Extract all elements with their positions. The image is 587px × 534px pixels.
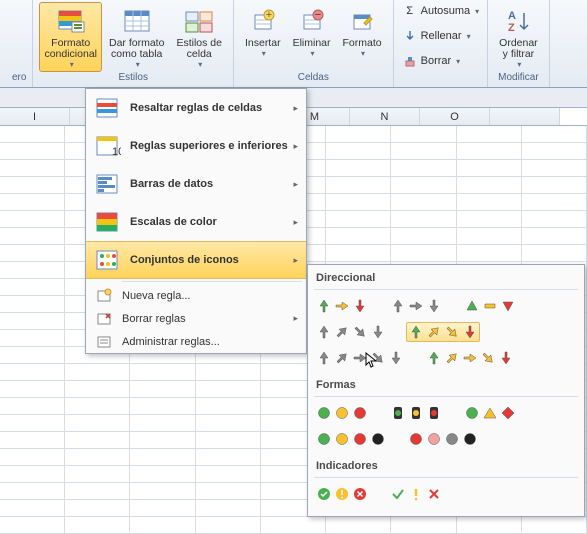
col-header[interactable]: O bbox=[420, 108, 490, 125]
col-header[interactable] bbox=[490, 108, 560, 125]
borrar-button[interactable]: Borrar bbox=[400, 52, 463, 70]
modificar-group-label: Modificar bbox=[498, 72, 539, 85]
svg-text:Z: Z bbox=[508, 22, 515, 34]
icon-set[interactable] bbox=[314, 403, 370, 423]
formato-button[interactable]: Formato bbox=[338, 2, 387, 61]
menu-administrar-reglas[interactable]: Administrar reglas... bbox=[86, 330, 306, 353]
svg-text:−: − bbox=[314, 9, 320, 21]
administrar-icon bbox=[94, 334, 114, 350]
arrow-right-icon: ▸ bbox=[293, 141, 298, 152]
ordenar-icon: AZ bbox=[502, 5, 534, 37]
barras-icon bbox=[94, 170, 122, 198]
menu-barras-datos[interactable]: Barras de datos▸ bbox=[86, 165, 306, 203]
ordenar-filtrar-button[interactable]: AZ Ordenar y filtrar bbox=[494, 2, 543, 72]
autosuma-button[interactable]: ΣAutosuma bbox=[400, 2, 482, 20]
icon-set[interactable] bbox=[388, 484, 444, 504]
formato-condicional-menu: Resaltar reglas de celdas▸ 10 Reglas sup… bbox=[85, 88, 307, 354]
formas-header: Formas bbox=[314, 376, 578, 394]
icon-set[interactable] bbox=[388, 403, 444, 423]
formato-condicional-button[interactable]: Formato condicional bbox=[39, 2, 102, 72]
borrar-reglas-icon bbox=[94, 311, 114, 327]
arrow-right-icon: ▸ bbox=[293, 313, 298, 324]
direccional-header: Direccional bbox=[314, 269, 578, 287]
menu-borrar-reglas[interactable]: Borrar reglas▸ bbox=[86, 307, 306, 330]
menu-reglas-superiores[interactable]: 10 Reglas superiores e inferiores▸ bbox=[86, 127, 306, 165]
icon-set[interactable] bbox=[406, 429, 480, 449]
zero-label: ero bbox=[12, 72, 26, 85]
escalas-icon bbox=[94, 208, 122, 236]
menu-resaltar-reglas[interactable]: Resaltar reglas de celdas▸ bbox=[86, 89, 306, 127]
formato-condicional-icon bbox=[55, 5, 87, 37]
icon-set[interactable] bbox=[314, 348, 406, 368]
icon-set[interactable] bbox=[314, 484, 370, 504]
icon-set[interactable] bbox=[314, 429, 388, 449]
svg-text:+: + bbox=[266, 9, 272, 21]
indicadores-header: Indicadores bbox=[314, 457, 578, 475]
estilos-celda-icon bbox=[183, 5, 215, 37]
celdas-group-label: Celdas bbox=[298, 72, 329, 85]
borrar-icon bbox=[402, 53, 418, 69]
indicadores-sets bbox=[314, 482, 578, 512]
menu-escalas-color[interactable]: Escalas de color▸ bbox=[86, 203, 306, 241]
estilos-group-label: Estilos bbox=[118, 72, 147, 85]
sigma-icon: Σ bbox=[402, 3, 418, 19]
eliminar-button[interactable]: − Eliminar bbox=[288, 2, 336, 61]
formato-icon bbox=[346, 5, 378, 37]
icon-set[interactable] bbox=[462, 296, 518, 316]
mouse-cursor bbox=[365, 352, 379, 370]
icon-set[interactable] bbox=[314, 322, 388, 342]
arrow-right-icon: ▸ bbox=[293, 179, 298, 190]
menu-conjuntos-iconos[interactable]: Conjuntos de iconos▸ bbox=[86, 241, 306, 279]
direccional-sets bbox=[314, 294, 578, 376]
rellenar-button[interactable]: Rellenar bbox=[400, 27, 473, 45]
formas-sets bbox=[314, 401, 578, 457]
svg-text:A: A bbox=[508, 10, 516, 22]
superiores-icon: 10 bbox=[94, 132, 122, 160]
arrow-right-icon: ▸ bbox=[293, 255, 298, 266]
ribbon: ero Formato condicional Dar formato como… bbox=[0, 0, 587, 88]
conjuntos-icon bbox=[94, 246, 122, 274]
rellenar-icon bbox=[402, 28, 418, 44]
icon-set[interactable] bbox=[314, 296, 370, 316]
col-header[interactable]: N bbox=[350, 108, 420, 125]
menu-nueva-regla[interactable]: Nueva regla... bbox=[86, 284, 306, 307]
insertar-icon: + bbox=[247, 5, 279, 37]
eliminar-icon: − bbox=[296, 5, 328, 37]
estilos-celda-button[interactable]: Estilos de celda bbox=[171, 2, 227, 72]
arrow-right-icon: ▸ bbox=[293, 217, 298, 228]
dar-formato-tabla-button[interactable]: Dar formato como tabla bbox=[104, 2, 169, 72]
nueva-regla-icon bbox=[94, 288, 114, 304]
icon-set[interactable] bbox=[424, 348, 516, 368]
resaltar-icon bbox=[94, 94, 122, 122]
arrow-right-icon: ▸ bbox=[293, 103, 298, 114]
icon-set[interactable] bbox=[406, 322, 480, 342]
tabla-icon bbox=[121, 5, 153, 37]
insertar-button[interactable]: + Insertar bbox=[240, 2, 286, 61]
icon-set[interactable] bbox=[388, 296, 444, 316]
col-header[interactable]: I bbox=[0, 108, 70, 125]
icon-set[interactable] bbox=[462, 403, 518, 423]
conjuntos-iconos-submenu: Direccional Formas Indicadores bbox=[307, 264, 585, 517]
svg-text:10: 10 bbox=[112, 146, 121, 158]
